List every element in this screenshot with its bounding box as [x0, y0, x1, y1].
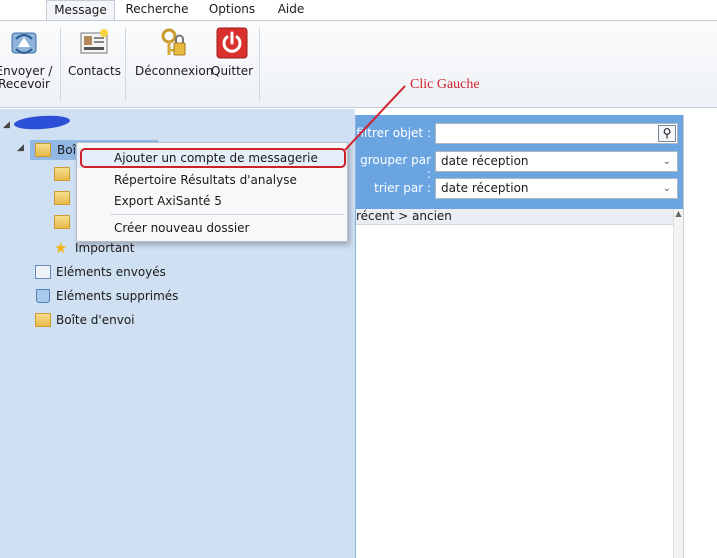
- sort-by-label: trier par :: [374, 181, 431, 195]
- ribbon-separator: [60, 27, 61, 101]
- menu-item-export-axisante[interactable]: Export AxiSanté 5: [77, 191, 347, 211]
- star-icon: ★: [54, 239, 68, 257]
- send-receive-label: Envoyer / Recevoir: [0, 64, 53, 91]
- folder-icon: [54, 167, 70, 181]
- annotation-highlight-box: [80, 148, 346, 168]
- tree-item-outbox[interactable]: Boîte d'envoi: [35, 310, 155, 330]
- deconnexion-button[interactable]: Déconnexion: [135, 27, 214, 78]
- tab-recherche[interactable]: Recherche: [121, 0, 193, 20]
- annotation-label: Clic Gauche: [410, 77, 480, 92]
- ribbon: Envoyer / Recevoir Contacts Déconnexion …: [0, 20, 717, 108]
- folder-icon: [54, 191, 70, 205]
- contacts-card-icon: [78, 27, 110, 59]
- group-by-label: grouper par :: [360, 153, 431, 181]
- quitter-button[interactable]: Quitter: [211, 27, 253, 78]
- tree-item-sent[interactable]: Eléments envoyés: [35, 262, 185, 282]
- menu-separator: [110, 214, 344, 215]
- sent-items-icon: [35, 265, 51, 279]
- sort-order-label: récent > ancien: [356, 209, 452, 223]
- menu-item-results-directory[interactable]: Répertoire Résultats d'analyse: [77, 170, 347, 190]
- contacts-label: Contacts: [68, 64, 121, 78]
- sort-order-bar[interactable]: récent > ancien: [356, 209, 683, 225]
- tree-item-label: Boîte d'envoi: [56, 313, 135, 327]
- sort-by-select[interactable]: date réception ⌄: [435, 178, 678, 199]
- send-receive-icon: [8, 27, 40, 59]
- tree-item-deleted[interactable]: Eléments supprimés: [35, 286, 195, 306]
- tree-item-subfolder[interactable]: [54, 164, 74, 184]
- filter-object-label: filtrer objet :: [356, 126, 431, 140]
- tree-item-subfolder[interactable]: [54, 188, 74, 208]
- trash-icon: [36, 289, 50, 303]
- quitter-label: Quitter: [211, 64, 254, 78]
- tree-item-label: Eléments envoyés: [56, 265, 166, 279]
- tab-aide[interactable]: Aide: [271, 0, 311, 20]
- tree-item-label: Eléments supprimés: [56, 289, 179, 303]
- folder-icon: [54, 215, 70, 229]
- group-by-select[interactable]: date réception ⌄: [435, 151, 678, 172]
- inbox-folder-icon: [35, 143, 51, 157]
- scrollbar[interactable]: ▲: [673, 209, 683, 558]
- outbox-folder-icon: [35, 313, 51, 327]
- power-icon: [216, 27, 248, 59]
- deconnexion-label: Déconnexion: [135, 64, 214, 78]
- expand-arrow-icon[interactable]: ◢: [3, 120, 10, 130]
- ribbon-separator: [125, 27, 126, 101]
- menu-bar: Message Recherche Options Aide: [0, 0, 717, 21]
- key-lock-icon: [156, 27, 188, 59]
- chevron-down-icon: ⌄: [662, 183, 671, 194]
- tree-item-label: Important: [75, 241, 135, 255]
- ribbon-separator: [259, 27, 260, 101]
- filter-header: filtrer objet : ⚲ grouper par : date réc…: [356, 115, 683, 209]
- expand-arrow-icon[interactable]: ◢: [17, 143, 24, 153]
- message-list-pane: filtrer objet : ⚲ grouper par : date réc…: [355, 115, 684, 558]
- search-icon[interactable]: ⚲: [658, 125, 676, 142]
- send-receive-button[interactable]: Envoyer / Recevoir: [0, 27, 54, 91]
- contacts-button[interactable]: Contacts: [68, 27, 121, 78]
- tab-message[interactable]: Message: [46, 0, 115, 21]
- tab-options[interactable]: Options: [203, 0, 261, 20]
- tree-item-subfolder[interactable]: [54, 212, 74, 232]
- scroll-up-icon[interactable]: ▲: [674, 209, 683, 218]
- menu-item-new-folder[interactable]: Créer nouveau dossier: [77, 218, 347, 238]
- chevron-down-icon: ⌄: [662, 156, 671, 167]
- filter-object-input[interactable]: ⚲: [435, 123, 678, 144]
